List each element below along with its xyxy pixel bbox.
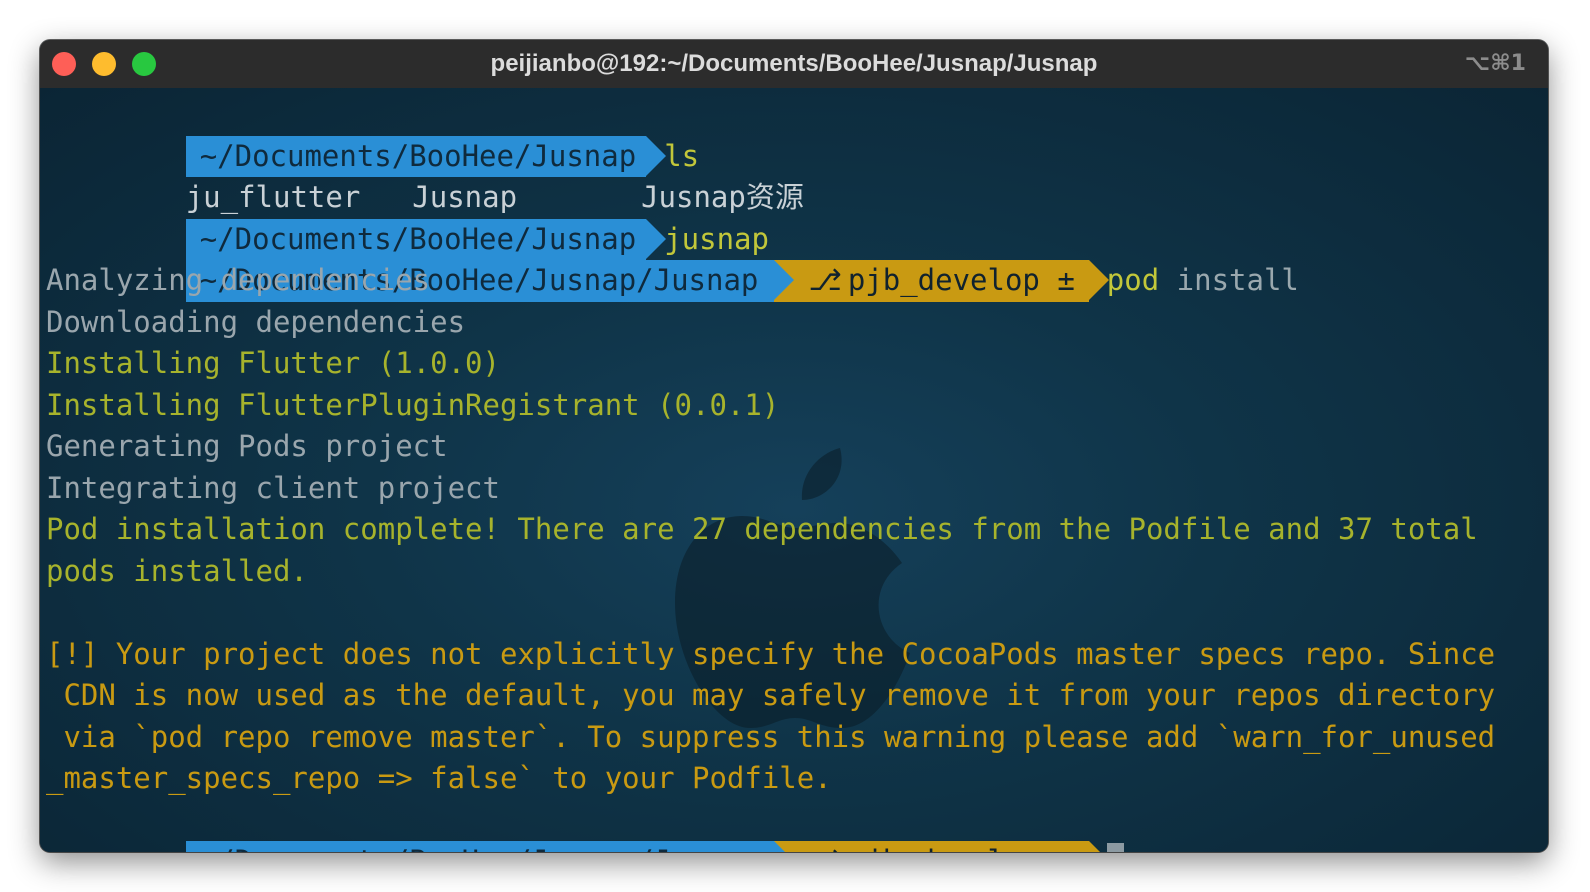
ls-output-line: ju_flutter Jusnap Jusnap资源 [46, 136, 1548, 214]
prompt-line: ~/Documents/BooHee/Jusnap ls [46, 94, 1548, 177]
output-line: Installing Flutter (1.0.0) [46, 346, 500, 380]
output-line: Generating Pods project [46, 429, 448, 463]
window-shortcut: ⌥⌘1 [1464, 51, 1526, 76]
warning-line: via `pod repo remove master`. To suppres… [46, 719, 1496, 754]
prompt-path: ~/Documents/BooHee/Jusnap/Jusnap [185, 841, 795, 852]
terminal-output: ~/Documents/BooHee/Jusnap ls ju_flutter Ju… [46, 94, 1548, 852]
git-branch-name: pjb_develop ± [848, 844, 1075, 852]
terminal-body[interactable]: ~/Documents/BooHee/Jusnap ls ju_flutter Ju… [40, 88, 1548, 852]
output-line: Integrating client project [46, 470, 500, 505]
prompt-line: ~/Documents/BooHee/Jusnap/Jusnap ⎇ pjb_dev… [46, 800, 1548, 852]
title-bar[interactable]: peijianbo@192:~/Documents/BooHee/Jusnap/… [40, 40, 1548, 89]
warning-line: [!] Your project does not explicitly spe… [46, 636, 1496, 671]
output-line: pods installed. [46, 553, 308, 588]
git-branch-icon: ⎇ [808, 844, 841, 852]
terminal-window: peijianbo@192:~/Documents/BooHee/Jusnap/… [40, 40, 1548, 852]
text-cursor[interactable] [1106, 843, 1124, 852]
git-branch-segment: ⎇ pjb_develop ± [774, 841, 1110, 852]
output-line: Analyzing dependencies [46, 263, 431, 297]
output-line: Installing FlutterPluginRegistrant (0.0.… [46, 387, 780, 422]
warning-line: _master_specs_repo => false` to your Pod… [46, 761, 832, 795]
output-line: Pod installation complete! There are 27 … [46, 512, 1478, 546]
prompt-line: ~/Documents/BooHee/Jusnap/Jusnap⎇pjb_dev… [46, 219, 1548, 302]
window-title: peijianbo@192:~/Documents/BooHee/Jusnap/… [490, 50, 1098, 77]
output-line: Downloading dependencies [46, 304, 466, 339]
prompt-line: ~/Documents/BooHee/Jusnap jusnap [46, 177, 1548, 260]
warning-line: CDN is now used as the default, you may … [46, 678, 1496, 712]
